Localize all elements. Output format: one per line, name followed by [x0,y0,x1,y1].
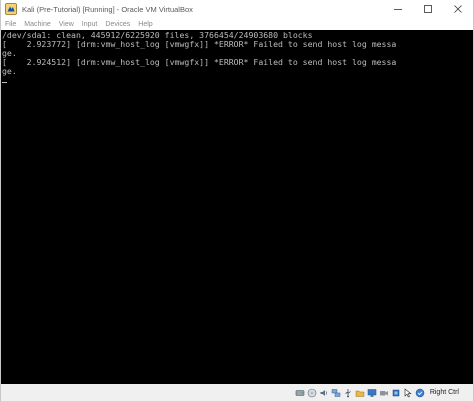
text-cursor [2,81,7,83]
minimize-icon [394,9,402,10]
close-icon [454,5,462,13]
usb-icon[interactable] [343,388,353,398]
console-line: [ 2.923772] [drm:vmw_host_log [vmwgfx]] … [2,39,397,49]
menu-machine[interactable]: Machine [20,21,54,28]
console-line: ge. [2,66,17,76]
close-button[interactable] [443,0,473,18]
window-title: Kali (Pre-Tutorial) [Running] - Oracle V… [22,4,193,14]
shared-folder-icon[interactable] [355,388,365,398]
vm-display[interactable]: /dev/sda1: clean, 445912/6225920 files, … [1,30,473,384]
kali-app-icon [5,3,17,15]
menu-help[interactable]: Help [134,21,156,28]
status-bar: Right Ctrl [1,384,473,401]
maximize-icon [424,5,432,13]
menu-devices[interactable]: Devices [101,21,134,28]
video-capture-icon[interactable] [379,388,389,398]
console-line: [ 2.924512] [drm:vmw_host_log [vmwgfx]] … [2,57,397,67]
network-icon[interactable] [331,388,341,398]
audio-icon[interactable] [319,388,329,398]
hard-disk-icon[interactable] [295,388,305,398]
mouse-integration-icon[interactable] [403,387,413,398]
host-key-label[interactable]: Right Ctrl [430,389,459,396]
menu-input[interactable]: Input [78,21,102,28]
menu-view[interactable]: View [55,21,78,28]
virtualbox-window: Kali (Pre-Tutorial) [Running] - Oracle V… [0,0,474,401]
minimize-button[interactable] [383,0,413,18]
keyboard-capture-icon[interactable] [415,388,425,398]
console-output: /dev/sda1: clean, 445912/6225920 files, … [2,31,396,85]
menu-bar: File Machine View Input Devices Help [1,18,473,30]
optical-disk-icon[interactable] [307,388,317,398]
window-controls [383,0,473,18]
cpu-activity-icon[interactable] [391,388,401,398]
display-icon[interactable] [367,388,377,398]
maximize-button[interactable] [413,0,443,18]
title-bar[interactable]: Kali (Pre-Tutorial) [Running] - Oracle V… [1,0,473,18]
menu-file[interactable]: File [1,21,20,28]
